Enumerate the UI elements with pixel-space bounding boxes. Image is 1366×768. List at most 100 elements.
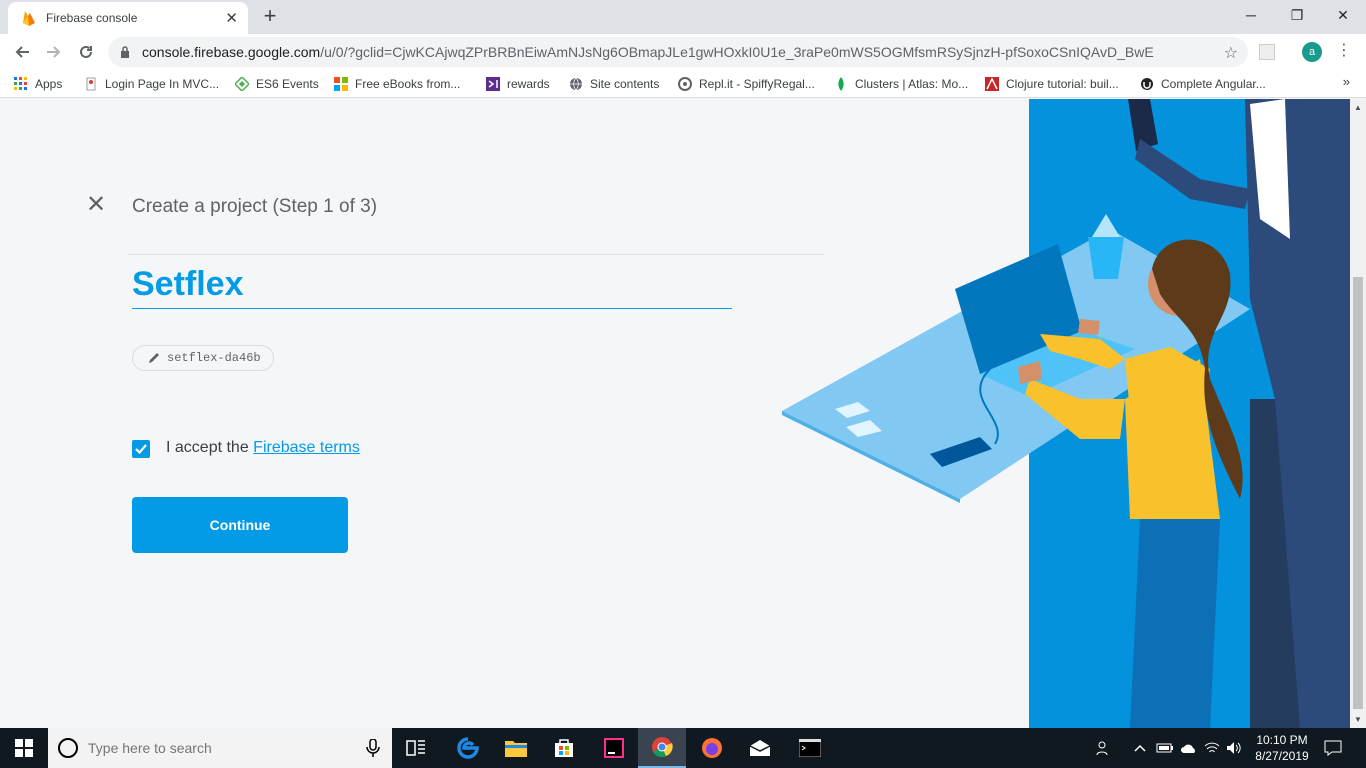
step-title: Create a project (Step 1 of 3) (132, 196, 378, 217)
taskbar-firefox[interactable] (688, 728, 736, 768)
reload-button[interactable] (72, 38, 100, 66)
mongodb-leaf-icon (838, 77, 844, 91)
bookmark-label: Repl.it - SpiffyRegal... (699, 77, 815, 91)
bookmark-rewards[interactable]: rewards (486, 75, 550, 93)
firefox-icon (702, 738, 722, 758)
chrome-icon (652, 737, 673, 757)
scroll-down-icon[interactable]: ▼ (1354, 715, 1362, 724)
globe-icon (570, 77, 582, 91)
window-close-button[interactable]: ✕ (1320, 0, 1366, 30)
bookmark-apps[interactable]: Apps (14, 75, 62, 93)
system-clock[interactable]: 10:10 PM 8/27/2019 (1248, 732, 1316, 764)
bookmark-site-contents[interactable]: Site contents (569, 75, 659, 93)
taskbar-chrome[interactable] (638, 728, 686, 768)
show-hidden-icons-button[interactable] (1134, 728, 1146, 768)
url-path: /u/0/?gclid=CjwKCAjwqZPrBRBnEiwAmNJsNg6O… (320, 44, 1154, 60)
bookmark-star-icon[interactable]: ☆ (1224, 43, 1238, 63)
taskbar-search-input[interactable] (88, 740, 358, 756)
taskbar-file-explorer[interactable] (492, 728, 540, 768)
url-text: console.firebase.google.com/u/0/?gclid=C… (142, 44, 1212, 60)
apps-grid-icon (14, 77, 27, 90)
wifi-glyph-icon (1204, 742, 1220, 753)
url-host: console.firebase.google.com (142, 44, 321, 60)
task-view-icon (406, 740, 425, 756)
bookmark-label: Clusters | Atlas: Mo... (855, 77, 969, 91)
bookmark-atlas-clusters[interactable]: Clusters | Atlas: Mo... (834, 75, 968, 93)
terminal-icon (799, 739, 821, 757)
vs-icon (486, 77, 500, 91)
new-tab-button[interactable]: + (258, 4, 282, 28)
chevron-up-icon (1134, 744, 1146, 752)
forward-arrow-icon (47, 46, 61, 58)
taskbar-mail[interactable] (736, 728, 784, 768)
extension-icon[interactable] (1259, 44, 1275, 60)
continue-button[interactable]: Continue (132, 497, 348, 553)
forward-button[interactable] (40, 38, 68, 66)
task-view-button[interactable] (392, 728, 440, 768)
terms-text: I accept the Firebase terms (166, 439, 360, 457)
taskbar-terminal[interactable] (786, 728, 834, 768)
bookmark-label: Login Page In MVC... (105, 77, 220, 91)
bookmark-login-page[interactable]: Login Page In MVC... (84, 75, 219, 93)
back-arrow-icon (15, 46, 29, 58)
windows-taskbar: 10:10 PM 8/27/2019 (0, 728, 1366, 768)
address-bar[interactable]: console.firebase.google.com/u/0/?gclid=C… (108, 37, 1248, 67)
people-glyph-icon (1096, 741, 1108, 756)
bookmark-clojure-tutorial[interactable]: Clojure tutorial: buil... (985, 75, 1119, 93)
intellij-icon (604, 738, 624, 758)
maximize-button[interactable]: ❐ (1274, 0, 1320, 30)
project-name-input[interactable] (132, 261, 732, 309)
page-scrollbar[interactable]: ▲ ▼ (1350, 99, 1366, 728)
divider (128, 254, 824, 255)
bookmarks-overflow-button[interactable]: » (1343, 74, 1350, 89)
clojure-icon (985, 77, 999, 91)
back-button[interactable] (8, 38, 36, 66)
scroll-up-icon[interactable]: ▲ (1354, 103, 1362, 112)
taskbar-edge[interactable] (444, 728, 492, 768)
bookmark-label: Apps (35, 77, 63, 91)
bookmark-label: Clojure tutorial: buil... (1006, 77, 1119, 91)
replit-icon (678, 77, 692, 91)
close-icon[interactable]: ✕ (86, 193, 106, 217)
taskbar-search[interactable] (48, 728, 392, 768)
microphone-icon[interactable] (366, 739, 380, 757)
profile-avatar[interactable]: a (1302, 42, 1322, 62)
reload-icon (80, 45, 92, 58)
minimize-button[interactable]: ─ (1228, 0, 1274, 30)
people-icon[interactable] (1096, 728, 1112, 768)
volume-icon[interactable] (1226, 728, 1242, 768)
tab-strip: Firebase console ✕ + ─ ❐ ✕ (0, 0, 1366, 34)
action-center-button[interactable] (1324, 728, 1342, 768)
bookmark-es6-events[interactable]: ES6 Events (235, 75, 319, 93)
bookmarks-bar: Apps Login Page In MVC... ES6 Events Fre… (0, 70, 1366, 98)
edge-icon (457, 737, 479, 759)
start-button[interactable] (0, 728, 48, 768)
store-bag-icon (555, 739, 573, 757)
menu-kebab-icon[interactable]: ⋮ (1336, 40, 1352, 60)
bookmark-complete-angular[interactable]: Complete Angular... (1140, 75, 1266, 93)
scrollbar-thumb[interactable] (1353, 277, 1363, 709)
onedrive-icon[interactable] (1180, 728, 1198, 768)
pencil-icon (149, 353, 159, 363)
wifi-icon[interactable] (1204, 728, 1220, 768)
folder-icon (505, 741, 527, 757)
tab-title: Firebase console (46, 11, 138, 25)
battery-glyph-icon (1156, 743, 1173, 753)
cortana-icon (58, 738, 78, 758)
project-id-chip[interactable]: setflex-da46b (132, 345, 274, 371)
browser-tab[interactable]: Firebase console ✕ (8, 2, 248, 34)
cloud-icon (1181, 744, 1195, 753)
project-id-text: setflex-da46b (167, 351, 261, 365)
firebase-create-project-page: ✕ Create a project (Step 1 of 3) setflex… (0, 99, 1350, 728)
taskbar-store[interactable] (540, 728, 588, 768)
illustration-woman-at-desk (782, 99, 1350, 728)
terms-checkbox[interactable] (132, 440, 150, 458)
notification-icon (1324, 740, 1342, 756)
tab-close-icon[interactable]: ✕ (225, 9, 238, 27)
firebase-terms-link[interactable]: Firebase terms (253, 439, 360, 456)
battery-icon[interactable] (1156, 728, 1174, 768)
bookmark-replit[interactable]: Repl.it - SpiffyRegal... (678, 75, 815, 93)
bookmark-label: Site contents (590, 77, 660, 91)
bookmark-free-ebooks[interactable]: Free eBooks from... (334, 75, 460, 93)
taskbar-intellij[interactable] (590, 728, 638, 768)
